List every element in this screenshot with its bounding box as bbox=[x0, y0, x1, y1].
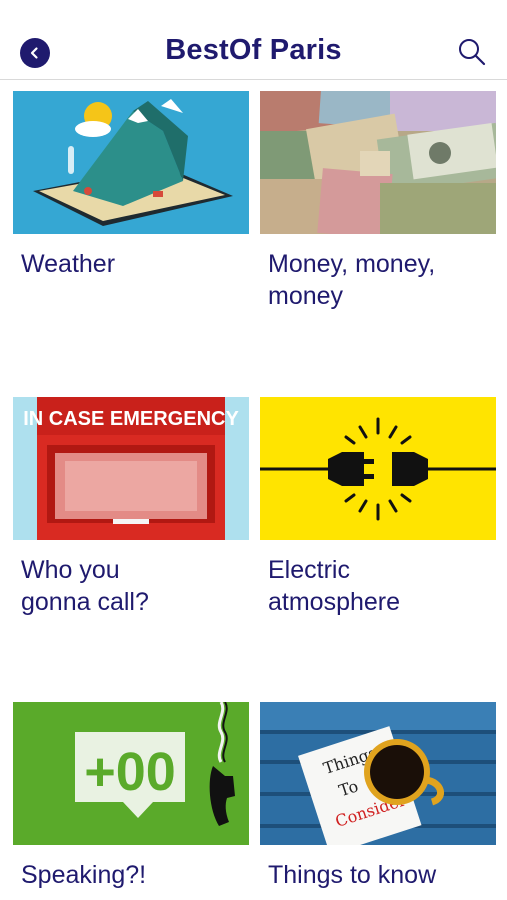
card-emergency[interactable]: IN CASE EMERGENCY Who you gonna call? bbox=[13, 397, 249, 618]
card-label: Speaking?! bbox=[21, 861, 147, 889]
weather-image bbox=[13, 91, 249, 234]
search-icon bbox=[459, 39, 486, 66]
phone-code-image: +00 bbox=[13, 702, 249, 845]
app-header: BestOf Paris bbox=[0, 0, 507, 80]
plug-socket-image bbox=[260, 397, 496, 540]
card-things-to-know[interactable]: Things To Consider Things to know bbox=[260, 702, 496, 891]
search-button[interactable] bbox=[456, 36, 488, 68]
card-money[interactable]: Money, money, money bbox=[260, 91, 496, 312]
coffee-note-image: Things To Consider bbox=[260, 702, 496, 845]
emergency-box-image: IN CASE EMERGENCY bbox=[13, 397, 249, 540]
card-label: Who you gonna call? bbox=[21, 556, 149, 616]
card-speaking[interactable]: +00 Speaking?! bbox=[13, 702, 249, 891]
page-title: BestOf Paris bbox=[165, 34, 342, 66]
card-electric[interactable]: Electric atmosphere bbox=[260, 397, 496, 618]
card-weather[interactable]: Weather bbox=[13, 91, 249, 280]
card-label: Electric atmosphere bbox=[268, 556, 401, 616]
emergency-box-text: IN CASE EMERGENCY bbox=[23, 408, 239, 430]
card-label: Things to know bbox=[268, 861, 437, 889]
phone-code-text: +00 bbox=[84, 742, 176, 802]
banknotes-image bbox=[260, 91, 496, 234]
card-label: Money, money, money bbox=[268, 250, 436, 310]
card-label: Weather bbox=[21, 250, 116, 278]
